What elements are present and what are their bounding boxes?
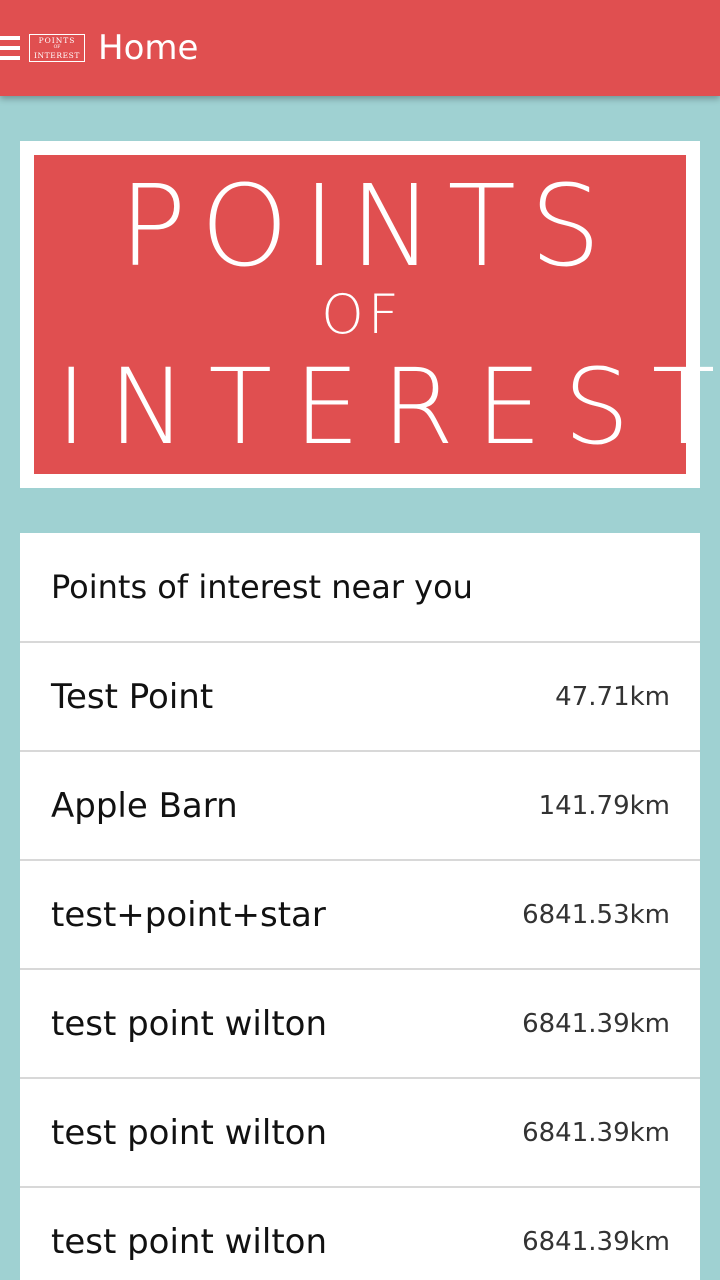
logo-text-interest: INTEREST [33,51,81,60]
poi-name: test point wilton [51,1003,328,1044]
list-item[interactable]: test+point+star 6841.53km [20,861,700,970]
list-item[interactable]: Apple Barn 141.79km [20,752,700,861]
banner-logo: POINTS OF INTEREST [34,155,720,474]
poi-distance: 47.71km [555,681,670,712]
poi-distance: 6841.39km [522,1008,670,1039]
poi-distance: 141.79km [538,790,670,821]
banner-text-of: OF [321,283,403,346]
app-bar: POINTS OF INTEREST Home [0,0,720,96]
list-header-label: Points of interest near you [51,568,473,606]
list-item[interactable]: test point wilton 6841.39km [20,1188,700,1280]
poi-distance: 6841.53km [522,899,670,930]
poi-name: test point wilton [51,1112,328,1153]
list-item[interactable]: test point wilton 6841.39km [20,1079,700,1188]
list-item[interactable]: test point wilton 6841.39km [20,970,700,1079]
banner-text-interest: INTEREST [56,346,720,468]
poi-name: Test Point [51,676,214,717]
poi-name: test point wilton [51,1221,328,1262]
banner-text-points: POINTS [118,162,615,292]
poi-distance: 6841.39km [522,1117,670,1148]
page-title: Home [98,28,199,68]
list-item[interactable]: Test Point 47.71km [20,643,700,752]
hamburger-menu-icon[interactable] [0,33,20,63]
banner-image: POINTS OF INTEREST [20,141,720,488]
poi-name: Apple Barn [51,785,238,826]
poi-distance: 6841.39km [522,1226,670,1257]
logo-text-of: OF [53,45,61,50]
poi-name: test+point+star [51,894,326,935]
app-logo[interactable]: POINTS OF INTEREST [29,34,85,62]
poi-list-card: Points of interest near you Test Point 4… [20,533,700,1280]
list-header: Points of interest near you [20,533,700,643]
logo-text-points: POINTS [38,36,76,45]
